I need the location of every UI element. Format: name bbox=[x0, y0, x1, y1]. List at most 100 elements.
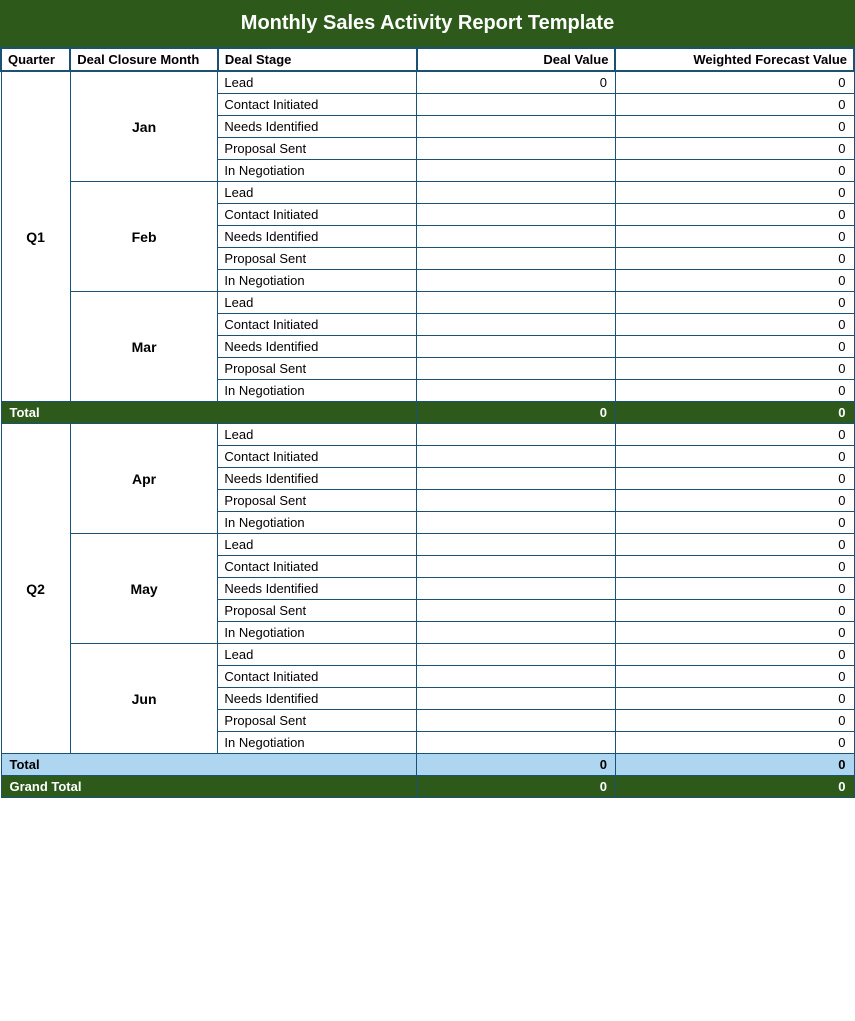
table-row: JunLead0 bbox=[1, 644, 854, 666]
total-weighted: 0 bbox=[615, 754, 854, 776]
weighted-value-cell: 0 bbox=[615, 71, 854, 94]
weighted-value-cell: 0 bbox=[615, 644, 854, 666]
stage-cell: Lead bbox=[218, 292, 417, 314]
title-bar: Monthly Sales Activity Report Template bbox=[0, 0, 855, 47]
total-weighted: 0 bbox=[615, 402, 854, 424]
weighted-value-cell: 0 bbox=[615, 226, 854, 248]
month-cell: Apr bbox=[70, 424, 218, 534]
stage-cell: Contact Initiated bbox=[218, 556, 417, 578]
weighted-value-cell: 0 bbox=[615, 204, 854, 226]
deal-value-cell bbox=[417, 732, 616, 754]
stage-cell: Needs Identified bbox=[218, 336, 417, 358]
total-value: 0 bbox=[417, 754, 616, 776]
page-title: Monthly Sales Activity Report Template bbox=[241, 12, 614, 34]
report-table: Quarter Deal Closure Month Deal Stage De… bbox=[0, 47, 855, 798]
deal-value-cell bbox=[417, 710, 616, 732]
weighted-value-cell: 0 bbox=[615, 248, 854, 270]
quarter-cell: Q2 bbox=[1, 424, 70, 754]
stage-cell: Proposal Sent bbox=[218, 358, 417, 380]
deal-value-cell bbox=[417, 94, 616, 116]
weighted-value-cell: 0 bbox=[615, 94, 854, 116]
month-cell: Jan bbox=[70, 71, 218, 182]
stage-cell: Proposal Sent bbox=[218, 600, 417, 622]
deal-value-cell bbox=[417, 226, 616, 248]
weighted-value-cell: 0 bbox=[615, 732, 854, 754]
deal-value-cell bbox=[417, 578, 616, 600]
weighted-value-cell: 0 bbox=[615, 710, 854, 732]
deal-value-cell: 0 bbox=[417, 71, 616, 94]
deal-value-cell bbox=[417, 556, 616, 578]
deal-value-cell bbox=[417, 468, 616, 490]
deal-value-cell bbox=[417, 622, 616, 644]
header-month: Deal Closure Month bbox=[70, 48, 218, 71]
stage-cell: Proposal Sent bbox=[218, 710, 417, 732]
header-weighted: Weighted Forecast Value bbox=[615, 48, 854, 71]
weighted-value-cell: 0 bbox=[615, 578, 854, 600]
stage-cell: In Negotiation bbox=[218, 732, 417, 754]
stage-cell: Contact Initiated bbox=[218, 446, 417, 468]
weighted-value-cell: 0 bbox=[615, 446, 854, 468]
table-row: Q1JanLead00 bbox=[1, 71, 854, 94]
quarter-cell: Q1 bbox=[1, 71, 70, 402]
deal-value-cell bbox=[417, 446, 616, 468]
deal-value-cell bbox=[417, 336, 616, 358]
stage-cell: Needs Identified bbox=[218, 688, 417, 710]
grand-total-weighted: 0 bbox=[615, 776, 854, 798]
grand-total-row: Grand Total00 bbox=[1, 776, 854, 798]
stage-cell: Contact Initiated bbox=[218, 204, 417, 226]
header-row: Quarter Deal Closure Month Deal Stage De… bbox=[1, 48, 854, 71]
table-row: FebLead0 bbox=[1, 182, 854, 204]
header-quarter: Quarter bbox=[1, 48, 70, 71]
total-row: Total00 bbox=[1, 402, 854, 424]
deal-value-cell bbox=[417, 688, 616, 710]
deal-value-cell bbox=[417, 160, 616, 182]
deal-value-cell bbox=[417, 600, 616, 622]
deal-value-cell bbox=[417, 380, 616, 402]
total-label: Total bbox=[1, 402, 417, 424]
stage-cell: Proposal Sent bbox=[218, 138, 417, 160]
weighted-value-cell: 0 bbox=[615, 116, 854, 138]
weighted-value-cell: 0 bbox=[615, 336, 854, 358]
table-row: Q2AprLead0 bbox=[1, 424, 854, 446]
weighted-value-cell: 0 bbox=[615, 138, 854, 160]
weighted-value-cell: 0 bbox=[615, 534, 854, 556]
deal-value-cell bbox=[417, 270, 616, 292]
deal-value-cell bbox=[417, 292, 616, 314]
total-value: 0 bbox=[417, 402, 616, 424]
stage-cell: Needs Identified bbox=[218, 578, 417, 600]
deal-value-cell bbox=[417, 534, 616, 556]
stage-cell: Needs Identified bbox=[218, 116, 417, 138]
weighted-value-cell: 0 bbox=[615, 490, 854, 512]
stage-cell: In Negotiation bbox=[218, 270, 417, 292]
deal-value-cell bbox=[417, 116, 616, 138]
weighted-value-cell: 0 bbox=[615, 380, 854, 402]
deal-value-cell bbox=[417, 204, 616, 226]
stage-cell: Lead bbox=[218, 424, 417, 446]
total-row: Total00 bbox=[1, 754, 854, 776]
deal-value-cell bbox=[417, 358, 616, 380]
stage-cell: Needs Identified bbox=[218, 226, 417, 248]
weighted-value-cell: 0 bbox=[615, 160, 854, 182]
stage-cell: Lead bbox=[218, 644, 417, 666]
stage-cell: Proposal Sent bbox=[218, 490, 417, 512]
deal-value-cell bbox=[417, 182, 616, 204]
weighted-value-cell: 0 bbox=[615, 468, 854, 490]
deal-value-cell bbox=[417, 644, 616, 666]
stage-cell: Contact Initiated bbox=[218, 314, 417, 336]
stage-cell: Lead bbox=[218, 182, 417, 204]
total-label: Total bbox=[1, 754, 417, 776]
stage-cell: Contact Initiated bbox=[218, 666, 417, 688]
weighted-value-cell: 0 bbox=[615, 292, 854, 314]
stage-cell: In Negotiation bbox=[218, 380, 417, 402]
weighted-value-cell: 0 bbox=[615, 358, 854, 380]
month-cell: Jun bbox=[70, 644, 218, 754]
grand-total-value: 0 bbox=[417, 776, 616, 798]
weighted-value-cell: 0 bbox=[615, 622, 854, 644]
stage-cell: Needs Identified bbox=[218, 468, 417, 490]
weighted-value-cell: 0 bbox=[615, 182, 854, 204]
deal-value-cell bbox=[417, 666, 616, 688]
deal-value-cell bbox=[417, 490, 616, 512]
month-cell: Mar bbox=[70, 292, 218, 402]
stage-cell: Lead bbox=[218, 534, 417, 556]
header-stage: Deal Stage bbox=[218, 48, 417, 71]
